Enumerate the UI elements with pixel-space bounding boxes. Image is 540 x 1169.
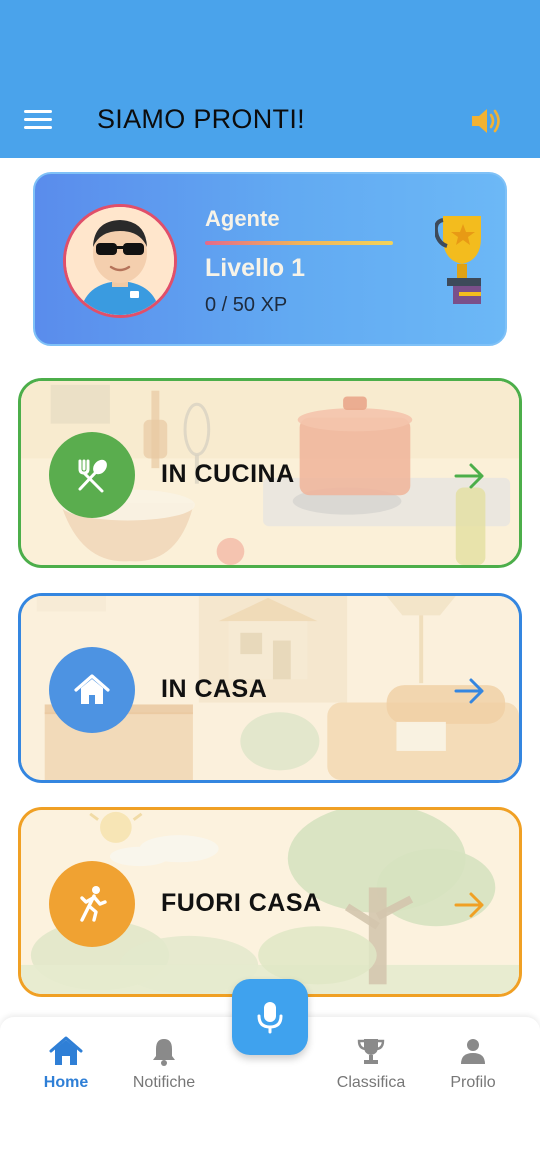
arrow-right-icon[interactable]	[453, 676, 487, 706]
xp-label: 0 / 50 XP	[205, 294, 288, 316]
fork-spoon-icon	[49, 432, 135, 518]
bell-icon	[153, 1039, 175, 1066]
running-person-icon	[49, 861, 135, 947]
avatar	[63, 204, 177, 318]
nav-item-leaderboard[interactable]: Classifica	[321, 1036, 421, 1092]
rank-divider	[205, 241, 393, 245]
menu-icon[interactable]	[24, 110, 52, 132]
nav-label: Notifiche	[132, 1074, 196, 1091]
page-title: SIAMO PRONTI!	[97, 104, 305, 134]
nav-label: Home	[43, 1074, 89, 1091]
nav-label: Profilo	[450, 1074, 496, 1091]
app-bar: SIAMO PRONTI!	[0, 0, 540, 158]
nav-item-profile[interactable]: Profilo	[423, 1036, 523, 1092]
nav-item-home[interactable]: Home	[16, 1036, 116, 1092]
person-icon	[461, 1039, 485, 1064]
category-card-home[interactable]: IN CASA	[18, 593, 522, 783]
microphone-icon	[257, 1002, 283, 1034]
arrow-right-icon[interactable]	[453, 461, 487, 491]
volume-icon[interactable]	[470, 106, 504, 136]
level-label: Livello 1	[205, 254, 306, 282]
microphone-button[interactable]	[232, 979, 308, 1055]
house-icon	[49, 647, 135, 733]
rank-label: Agente	[205, 206, 280, 231]
category-card-kitchen[interactable]: IN CUCINA	[18, 378, 522, 568]
nav-item-notifications[interactable]: Notifiche	[114, 1036, 214, 1092]
category-label: IN CASA	[161, 675, 268, 703]
category-label: FUORI CASA	[161, 889, 322, 917]
arrow-right-icon[interactable]	[453, 890, 487, 920]
trophy-icon	[435, 216, 481, 304]
home-icon	[49, 1036, 83, 1065]
trophy-icon	[357, 1039, 385, 1064]
category-card-outside[interactable]: FUORI CASA	[18, 807, 522, 997]
nav-label: Classifica	[336, 1074, 406, 1091]
profile-card[interactable]: Agente Livello 1 0 / 50 XP	[33, 172, 507, 346]
category-label: IN CUCINA	[161, 460, 295, 488]
